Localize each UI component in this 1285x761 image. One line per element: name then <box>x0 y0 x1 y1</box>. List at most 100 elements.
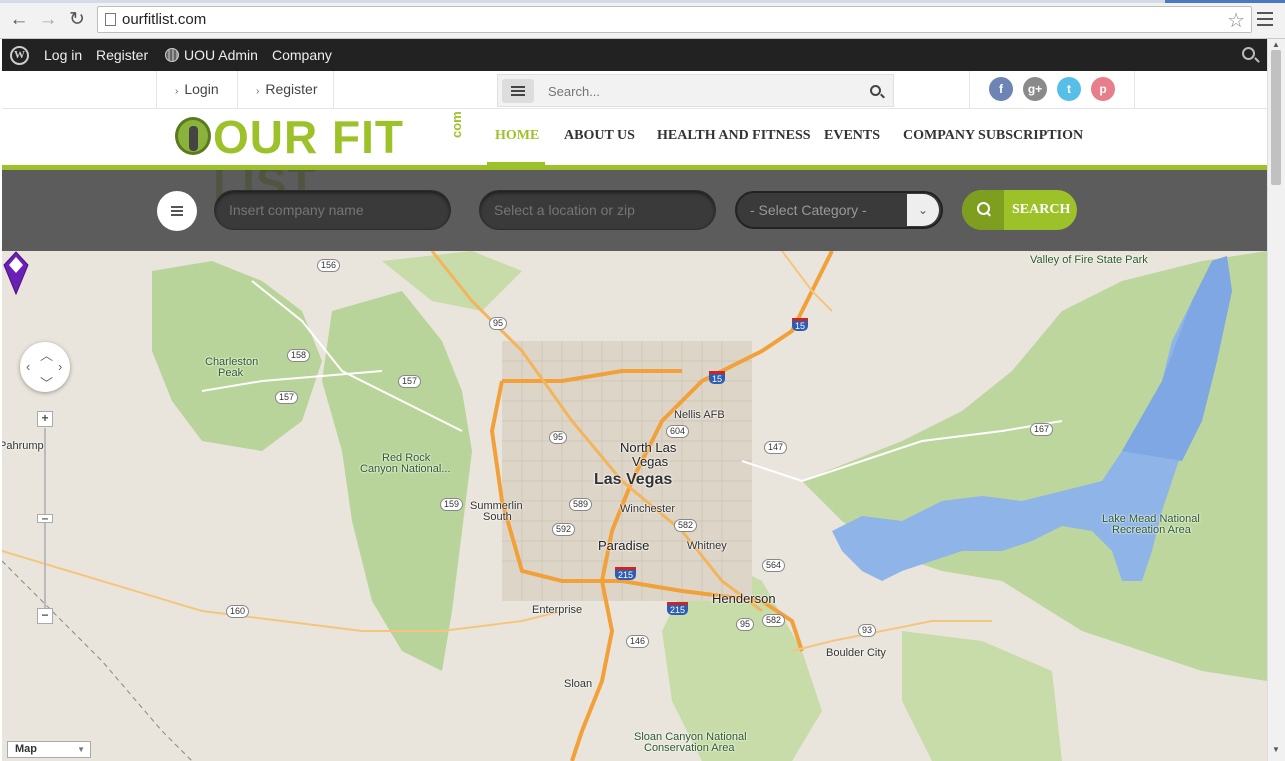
terrain-red-rock <box>322 291 472 671</box>
search-button-label: SEARCH <box>1012 202 1071 217</box>
logo-suffix: com <box>449 111 464 138</box>
topbar-register-link[interactable]: › Register <box>237 71 334 108</box>
site-logo[interactable]: OUR FIT LIST com <box>175 111 465 206</box>
search-button[interactable]: SEARCH <box>962 190 1077 230</box>
admin-site-label: UOU Admin <box>184 47 258 63</box>
map-label-winchester: Winchester <box>620 503 676 515</box>
company-name-input[interactable] <box>215 191 450 229</box>
zoom-out-button[interactable]: − <box>37 608 53 624</box>
pan-right-icon[interactable]: › <box>58 359 62 374</box>
admin-site-link[interactable]: UOU Admin <box>165 47 258 63</box>
route-shield: 95 <box>489 317 508 330</box>
nav-events[interactable]: EVENTS <box>824 128 880 144</box>
pan-down-icon[interactable]: ﹀ <box>40 373 53 392</box>
interstate-shield: 215 <box>667 602 689 615</box>
reload-icon[interactable]: ↻ <box>66 10 88 32</box>
globe-icon <box>165 48 179 62</box>
twitter-icon[interactable]: t <box>1057 77 1081 101</box>
back-icon[interactable]: ← <box>8 10 30 32</box>
site-search-input[interactable] <box>548 80 848 102</box>
admin-register-link[interactable]: Register <box>96 47 148 63</box>
scrollbar-thumb[interactable] <box>1271 50 1281 185</box>
county-line <box>2 560 193 761</box>
google-plus-icon[interactable]: g+ <box>1023 77 1047 101</box>
scroll-up-icon[interactable]: ▲ <box>1272 40 1280 49</box>
company-name-field[interactable] <box>214 190 451 230</box>
route-shield: 147 <box>764 441 788 454</box>
page-scrollbar[interactable]: ▲ ▼ <box>1267 39 1285 761</box>
admin-bar: W Log in Register UOU Admin Company <box>2 39 1267 71</box>
bookmark-star-icon[interactable]: ☆ <box>1227 8 1245 33</box>
browser-toolbar: ← → ↻ ourfitlist.com ☆ <box>0 0 1285 39</box>
map-label-paradise: Paradise <box>598 538 650 553</box>
list-menu-icon[interactable] <box>502 79 534 103</box>
tab-strip-highlight <box>0 0 1285 3</box>
admin-search-icon[interactable] <box>1242 47 1255 60</box>
route-shield: 95 <box>549 431 568 444</box>
interstate-shield: 215 <box>615 567 637 580</box>
route-shield: 159 <box>440 498 464 511</box>
scroll-down-icon[interactable]: ▼ <box>1272 745 1280 754</box>
browser-menu-icon[interactable] <box>1257 12 1273 30</box>
route-shield: 167 <box>1030 423 1054 436</box>
route-shield: 160 <box>226 605 250 618</box>
highway-160 <box>2 550 563 632</box>
route-shield: 93 <box>858 624 877 637</box>
social-links: f g+ t p <box>969 71 1135 108</box>
chevron-right-icon: › <box>256 86 260 97</box>
map-pan-control[interactable]: ︿ ﹀ ‹ › <box>20 342 70 392</box>
forward-icon[interactable]: → <box>37 10 59 32</box>
chevron-down-icon[interactable]: ⌄ <box>907 194 939 226</box>
category-select[interactable]: - Select Category - ⌄ <box>735 191 943 229</box>
map-label-sloan-canyon-2: Conservation Area <box>644 742 735 754</box>
pan-left-icon[interactable]: ‹ <box>26 359 30 374</box>
chevron-right-icon: › <box>175 86 179 97</box>
nav-company-subscription[interactable]: COMPANY SUBSCRIPTION <box>903 128 1083 144</box>
nav-about-us[interactable]: ABOUT US <box>564 128 635 144</box>
register-label: Register <box>265 81 318 97</box>
map-label-sloan: Sloan <box>564 678 593 690</box>
map-label-las-vegas: Las Vegas <box>594 471 673 488</box>
route-shield: 156 <box>317 259 341 272</box>
nav-home[interactable]: HOME <box>495 128 539 144</box>
map-view[interactable]: Las Vegas North Las Vegas Paradise Hende… <box>2 251 1267 761</box>
topbar-login-link[interactable]: › Login <box>156 71 237 108</box>
location-field[interactable] <box>479 190 716 230</box>
pan-up-icon[interactable]: ︿ <box>40 345 53 364</box>
map-type-label: Map <box>15 743 37 755</box>
location-marker-icon[interactable] <box>2 251 30 295</box>
site-search <box>497 74 894 107</box>
directory-search-bar: - Select Category - ⌄ SEARCH <box>2 170 1267 251</box>
list-view-button[interactable] <box>157 191 197 231</box>
admin-login-link[interactable]: Log in <box>44 47 82 63</box>
category-value: - Select Category - <box>750 202 867 218</box>
map-label-valley-of-fire: Valley of Fire State Park <box>1030 254 1148 266</box>
pinterest-icon[interactable]: p <box>1091 77 1115 101</box>
map-type-select[interactable]: Map ▼ <box>7 741 91 758</box>
route-shield: 95 <box>736 618 755 631</box>
facebook-icon[interactable]: f <box>989 77 1013 101</box>
interstate-shield: 15 <box>709 371 726 384</box>
admin-company-link[interactable]: Company <box>272 47 332 63</box>
map-label-boulder-city: Boulder City <box>826 647 886 659</box>
search-icon[interactable] <box>870 85 881 96</box>
map-label-enterprise: Enterprise <box>532 604 583 616</box>
location-input[interactable] <box>480 191 715 229</box>
map-label-nellis: Nellis AFB <box>674 409 725 421</box>
nav-health-and-fitness[interactable]: HEALTH AND FITNESS <box>657 128 811 144</box>
caret-down-icon: ▼ <box>77 745 85 754</box>
route-shield: 157 <box>275 391 299 404</box>
map-label-pahrump: Pahrump <box>2 440 44 452</box>
address-bar[interactable]: ourfitlist.com ☆ <box>97 6 1252 33</box>
top-bar: › Login › Register f g+ t p <box>2 71 1267 109</box>
map-label-summerlin-2: South <box>483 511 512 523</box>
wordpress-icon[interactable]: W <box>10 46 29 65</box>
map-label-north-las-vegas-2: Vegas <box>632 454 669 469</box>
site-header: OUR FIT LIST com HOME ABOUT US HEALTH AN… <box>2 109 1267 206</box>
zoom-slider-handle[interactable]: – <box>37 512 53 524</box>
route-shield: 592 <box>552 523 576 536</box>
route-shield: 146 <box>626 635 650 648</box>
route-shield: 582 <box>762 614 786 627</box>
zoom-in-button[interactable]: + <box>37 411 53 427</box>
tab-strip-active <box>1165 0 1285 3</box>
